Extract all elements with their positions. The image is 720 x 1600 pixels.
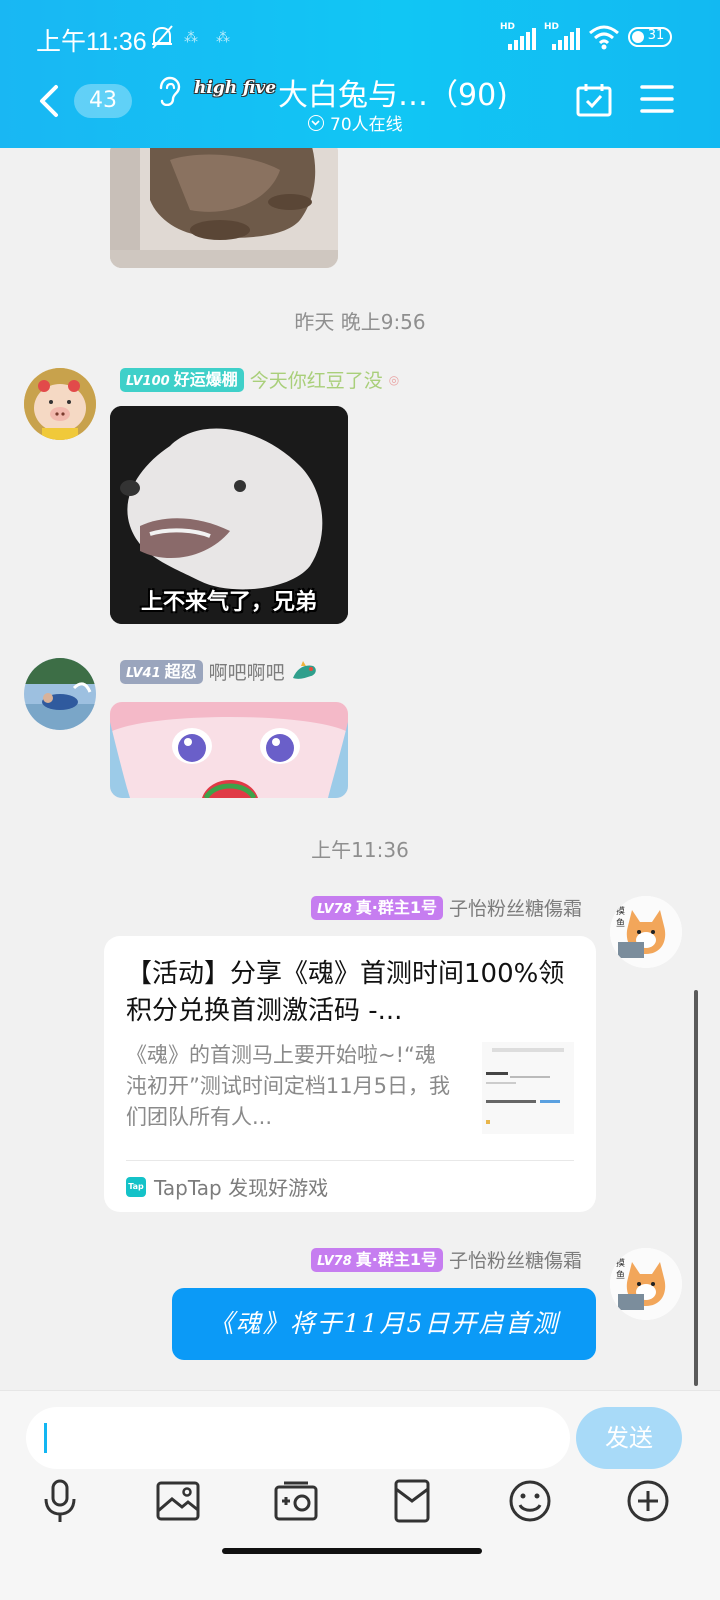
card-title: 【活动】分享《魂》首测时间100%领积分兑换首测激活码 -... bbox=[126, 959, 565, 1026]
home-indicator[interactable] bbox=[222, 1548, 482, 1554]
sender-nickname[interactable]: 今天你红豆了没 bbox=[250, 366, 383, 393]
input-bar: 发送 bbox=[0, 1390, 720, 1600]
avatar[interactable] bbox=[24, 368, 96, 440]
input-toolbar bbox=[0, 1477, 720, 1533]
online-count[interactable]: 70人在线 bbox=[308, 110, 403, 135]
signal-2-icon: HD bbox=[544, 22, 580, 50]
level-badge: LV41 超忍 bbox=[120, 659, 203, 684]
avatar[interactable]: 摸 鱼 bbox=[610, 1248, 682, 1320]
small-decoration-icon: ◎ bbox=[388, 372, 400, 387]
sender-nickname[interactable]: 啊吧啊吧 bbox=[209, 658, 285, 685]
level-badge: LV78 真·群主1号 bbox=[311, 895, 443, 920]
card-description: 《魂》的首测马上要开始啦~!“魂沌初开”测试时间定档11月5日，我们团队所有人.… bbox=[126, 1043, 450, 1129]
chat-header: 上午11:36 ⁂ ⁂ HD HD 31 43 high five 大白兔与…（… bbox=[0, 0, 720, 148]
calendar-check-icon[interactable] bbox=[576, 82, 612, 118]
status-bar: 上午11:36 ⁂ ⁂ HD HD 31 bbox=[0, 0, 720, 76]
sender-line: LV78 真·群主1号 子怡粉丝糖傷霜 bbox=[311, 1246, 582, 1273]
text-message-bubble[interactable]: 《魂》将于11月5日开启首测 bbox=[172, 1288, 596, 1360]
status-dot-icon: ⁂ bbox=[216, 30, 230, 46]
scrollbar[interactable] bbox=[694, 990, 698, 1386]
menu-icon[interactable] bbox=[640, 84, 674, 114]
share-card[interactable]: 【活动】分享《魂》首测时间100%领积分兑换首测激活码 -... 《魂》的首测马… bbox=[104, 936, 596, 1212]
text-caret bbox=[44, 1423, 47, 1453]
dragon-badge-icon bbox=[292, 660, 316, 679]
red-packet-icon[interactable] bbox=[388, 1477, 436, 1525]
status-dot-icon: ⁂ bbox=[184, 30, 198, 46]
mute-bell-icon bbox=[152, 25, 173, 49]
battery-icon: 31 bbox=[628, 27, 672, 47]
ear-icon[interactable] bbox=[156, 76, 182, 106]
timestamp: 昨天 晚上9:56 bbox=[294, 310, 426, 334]
chat-messages[interactable]: 昨天 晚上9:56 LV100好运爆棚 今天你红豆了没 ◎ 上不来气了，兄弟 bbox=[0, 148, 720, 1390]
sender-line: LV78 真·群主1号 子怡粉丝糖傷霜 bbox=[311, 894, 582, 921]
anime-sticker-image[interactable] bbox=[110, 702, 348, 798]
sender-nickname[interactable]: 子怡粉丝糖傷霜 bbox=[449, 894, 582, 921]
avatar[interactable] bbox=[24, 658, 96, 730]
camera-icon[interactable] bbox=[272, 1477, 320, 1525]
card-source: Tap TapTap 发现好游戏 bbox=[126, 1172, 328, 1201]
level-badge: LV78 真·群主1号 bbox=[311, 1247, 443, 1272]
plus-icon[interactable] bbox=[624, 1477, 672, 1525]
svg-text:鱼: 鱼 bbox=[616, 917, 625, 929]
level-badge: LV100 好运爆棚 bbox=[120, 367, 244, 392]
dog-sticker-image[interactable]: 上不来气了，兄弟 bbox=[110, 406, 348, 624]
unread-count-badge[interactable]: 43 bbox=[74, 84, 132, 118]
svg-text:摸: 摸 bbox=[616, 906, 625, 917]
card-thumbnail bbox=[482, 1042, 574, 1134]
back-arrow-icon[interactable] bbox=[34, 84, 64, 118]
high-five-logo: high five bbox=[194, 78, 277, 98]
message-input[interactable] bbox=[26, 1407, 570, 1469]
avatar[interactable]: 摸 鱼 bbox=[610, 896, 682, 968]
chevron-circle-icon bbox=[308, 114, 324, 131]
microphone-icon[interactable] bbox=[36, 1477, 84, 1525]
taptap-logo-icon: Tap bbox=[126, 1176, 146, 1197]
sticker-caption: 上不来气了，兄弟 bbox=[140, 590, 317, 615]
group-title[interactable]: 大白兔与…（90) bbox=[278, 70, 508, 114]
card-divider bbox=[126, 1160, 574, 1161]
svg-text:摸: 摸 bbox=[616, 1258, 625, 1269]
sender-line: LV41 超忍 啊吧啊吧 bbox=[120, 658, 319, 685]
timestamp: 上午11:36 bbox=[311, 838, 409, 862]
cat-sticker-image[interactable] bbox=[110, 148, 338, 268]
image-icon[interactable] bbox=[154, 1477, 202, 1525]
status-time: 上午11:36 bbox=[36, 28, 147, 56]
svg-text:鱼: 鱼 bbox=[616, 1269, 625, 1281]
sender-nickname[interactable]: 子怡粉丝糖傷霜 bbox=[449, 1246, 582, 1273]
signal-1-icon: HD bbox=[500, 22, 536, 50]
sender-line: LV100 好运爆棚 今天你红豆了没 ◎ bbox=[120, 366, 399, 393]
send-button[interactable]: 发送 bbox=[576, 1407, 682, 1469]
wifi-icon bbox=[589, 25, 619, 50]
emoji-icon[interactable] bbox=[506, 1477, 554, 1525]
